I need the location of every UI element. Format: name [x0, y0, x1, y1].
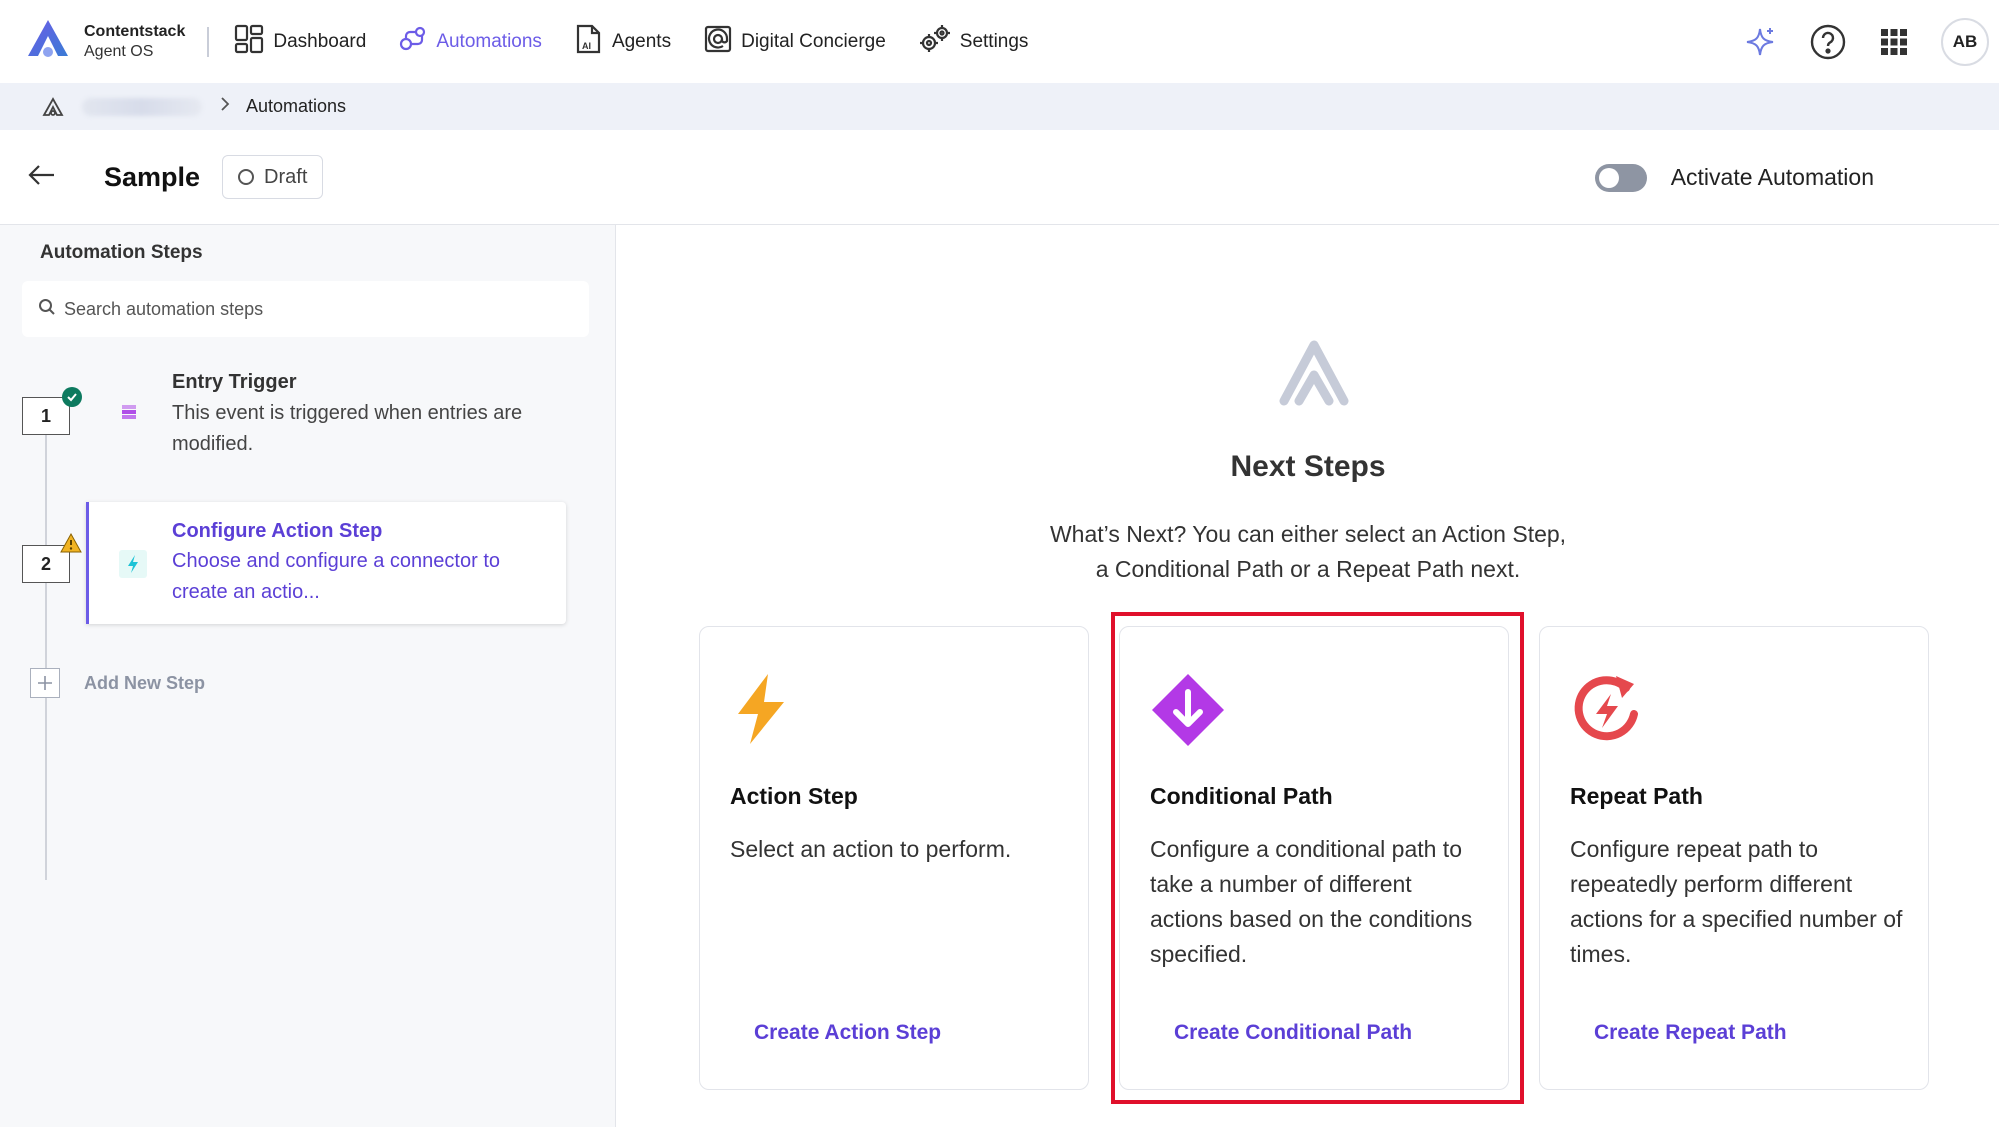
top-nav: Contentstack Agent OS Dashboard Automati… — [0, 0, 1999, 83]
contentstack-logo-icon — [26, 18, 70, 65]
home-logo-icon[interactable] — [42, 96, 64, 117]
step-title: Configure Action Step — [172, 520, 383, 542]
step-title: Entry Trigger — [172, 371, 297, 393]
brand-name: Contentstack — [84, 22, 186, 40]
next-steps-description: What’s Next? You can either select an Ac… — [617, 517, 1999, 587]
activate-label: Activate Automation — [1670, 164, 1874, 190]
svg-text:AI: AI — [582, 41, 591, 51]
nav-label-agents: Agents — [611, 30, 672, 52]
chevron-right-icon — [220, 96, 230, 117]
description-line-2: a Conditional Path or a Repeat Path next… — [1095, 556, 1521, 582]
entries-trigger-icon — [118, 401, 140, 428]
step-card-entry-trigger[interactable]: Entry Trigger This event is triggered wh… — [172, 371, 572, 460]
nav-item-agents[interactable]: AI Agents — [574, 23, 671, 61]
card-description: Configure repeat path to repeatedly perf… — [1570, 836, 1903, 967]
nav-item-settings[interactable]: Settings — [918, 23, 1029, 61]
avatar[interactable]: AB — [1941, 17, 1989, 66]
sparkle-ai-icon[interactable] — [1743, 25, 1777, 59]
activate-toggle[interactable] — [1594, 163, 1647, 192]
status-badge: Draft — [222, 155, 324, 199]
dashboard-icon — [233, 23, 273, 61]
breadcrumb: Automations — [0, 83, 1999, 130]
create-repeat-path-link[interactable]: Create Repeat Path — [1594, 1021, 1787, 1045]
concierge-icon — [703, 24, 741, 60]
lightning-icon — [730, 672, 790, 751]
search-icon — [38, 298, 56, 321]
lightning-connector-icon — [119, 550, 147, 583]
warning-icon — [60, 532, 82, 558]
breadcrumb-current: Automations — [246, 96, 347, 116]
card-title: Conditional Path — [1150, 783, 1333, 809]
nav-item-automations[interactable]: Automations — [398, 24, 542, 60]
agents-icon: AI — [574, 23, 612, 61]
next-steps-heading: Next Steps — [1230, 450, 1386, 483]
create-action-step-link[interactable]: Create Action Step — [754, 1021, 941, 1045]
add-new-step-button[interactable]: Add New Step — [30, 668, 205, 698]
steps-connector-line — [45, 435, 47, 880]
nav-item-digital-concierge[interactable]: Digital Concierge — [703, 24, 886, 60]
card-title: Action Step — [730, 783, 858, 809]
status-label: Draft — [264, 165, 308, 188]
repeat-icon — [1570, 672, 1644, 751]
action-step-card[interactable]: Action Step Select an action to perform.… — [699, 626, 1089, 1090]
create-conditional-path-link[interactable]: Create Conditional Path — [1174, 1021, 1412, 1045]
draft-circle-icon — [238, 169, 255, 185]
automations-icon — [398, 24, 436, 60]
check-circle-icon — [62, 387, 82, 407]
brand-divider — [207, 26, 210, 57]
agent-os-logo-icon — [1274, 335, 1354, 414]
nav-label-digital-concierge: Digital Concierge — [741, 30, 886, 52]
back-arrow-icon[interactable] — [28, 164, 56, 191]
nav-label-dashboard: Dashboard — [273, 30, 367, 52]
help-icon[interactable] — [1809, 23, 1847, 61]
card-description: Select an action to perform. — [730, 836, 1012, 862]
settings-icon — [918, 23, 960, 61]
plus-icon — [30, 668, 60, 698]
conditional-icon — [1150, 672, 1226, 753]
description-line-1: What’s Next? You can either select an Ac… — [1049, 521, 1567, 547]
add-step-label: Add New Step — [84, 672, 206, 693]
main-content: Next Steps What’s Next? You can either s… — [617, 225, 1999, 1127]
nav-label-settings: Settings — [959, 30, 1029, 52]
page-title: Sample — [104, 161, 201, 192]
nav-item-dashboard[interactable]: Dashboard — [233, 23, 366, 61]
step-card-configure-action[interactable]: Configure Action Step Choose and configu… — [86, 502, 566, 624]
title-bar: Sample Draft Activate Automation — [0, 130, 1999, 225]
breadcrumb-stack-name[interactable] — [82, 97, 202, 116]
brand-subtitle: Agent OS — [84, 42, 154, 60]
automation-steps-sidebar: Automation Steps 1 Entry Trigger This ev… — [0, 225, 616, 1127]
apps-grid-icon[interactable] — [1879, 27, 1909, 57]
step-description: This event is triggered when entries are… — [172, 402, 523, 455]
card-description: Configure a conditional path to take a n… — [1150, 836, 1473, 967]
repeat-path-card[interactable]: Repeat Path Configure repeat path to rep… — [1539, 626, 1929, 1090]
sidebar-title: Automation Steps — [40, 242, 203, 263]
card-title: Repeat Path — [1570, 783, 1703, 809]
search-box — [22, 281, 589, 337]
activate-automation: Activate Automation — [1594, 130, 1874, 225]
step-description: Choose and configure a connector to crea… — [172, 550, 500, 603]
search-input[interactable] — [64, 298, 544, 320]
brand[interactable]: Contentstack Agent OS — [26, 18, 185, 65]
nav-label-automations: Automations — [436, 30, 542, 52]
conditional-path-card[interactable]: Conditional Path Configure a conditional… — [1119, 626, 1509, 1090]
